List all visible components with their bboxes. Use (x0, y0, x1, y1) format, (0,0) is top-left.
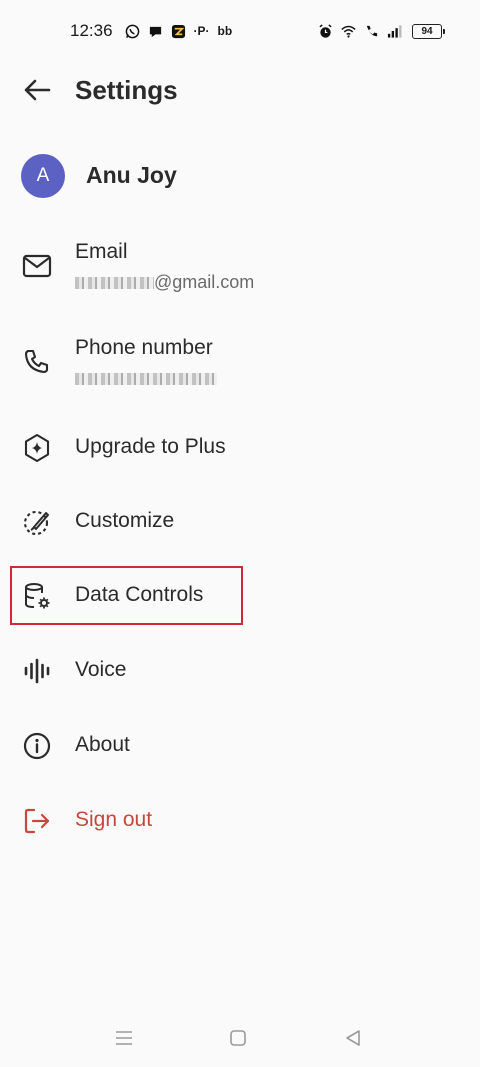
menu-item-voice-label: Voice (75, 658, 127, 681)
nav-home-button[interactable] (225, 1027, 251, 1049)
home-icon (229, 1029, 247, 1047)
menu-item-upgrade[interactable]: Upgrade to Plus (0, 424, 480, 472)
menu-item-email[interactable]: Email @gmail.com (0, 232, 480, 302)
menu-item-phone[interactable]: Phone number (0, 328, 480, 398)
menu-item-about[interactable]: About (0, 722, 480, 770)
info-icon (21, 730, 53, 762)
menu-item-about-label: About (75, 733, 130, 756)
arrow-left-icon (23, 78, 51, 102)
app-icon (171, 24, 186, 39)
menu-item-customize-label: Customize (75, 509, 175, 532)
email-value: @gmail.com (75, 272, 254, 293)
signal-icon (387, 24, 402, 39)
system-nav-bar (0, 1007, 480, 1067)
alarm-icon (318, 23, 333, 39)
highlight-box (10, 566, 243, 625)
chat-icon (148, 24, 163, 39)
mail-icon (21, 250, 53, 282)
menu-item-voice[interactable]: Voice (0, 647, 480, 695)
menu-item-email-label: Email (75, 240, 128, 263)
profile-row[interactable]: A Anu Joy (0, 150, 480, 206)
menu-icon (114, 1029, 134, 1047)
status-time: 12:36 (70, 21, 113, 40)
phone-icon (21, 346, 53, 378)
back-icon (344, 1029, 362, 1047)
menu-item-upgrade-label: Upgrade to Plus (75, 435, 226, 458)
phone-value (75, 368, 217, 389)
menu-item-customize[interactable]: Customize (0, 498, 480, 546)
status-bar: 12:36 ·P· bb 94 (0, 0, 480, 62)
status-left: 12:36 ·P· bb (70, 21, 232, 41)
b-icon: bb (217, 24, 233, 38)
p-icon: ·P· (193, 24, 210, 38)
whatsapp-icon (125, 24, 140, 39)
email-domain: @gmail.com (154, 272, 255, 292)
audio-waveform-icon (21, 655, 53, 687)
menu-item-sign-out-label: Sign out (75, 808, 153, 831)
back-button[interactable] (20, 75, 54, 105)
nav-back-button[interactable] (340, 1027, 366, 1049)
status-right: 94 (318, 23, 445, 39)
menu-item-phone-label: Phone number (75, 336, 213, 359)
phone-redacted (75, 373, 217, 386)
battery-indicator: 94 (412, 23, 445, 39)
avatar: A (21, 154, 65, 198)
email-redacted (75, 277, 154, 290)
brush-icon (21, 506, 53, 538)
page-title: Settings (75, 75, 178, 105)
menu-item-sign-out[interactable]: Sign out (0, 797, 480, 845)
sparkle-hexagon-icon (21, 432, 53, 464)
logout-icon (21, 805, 53, 837)
nav-menu-button[interactable] (111, 1027, 137, 1049)
call-icon (364, 24, 379, 39)
wifi-icon (341, 24, 356, 39)
profile-name: Anu Joy (86, 162, 177, 188)
header: Settings (0, 62, 480, 118)
